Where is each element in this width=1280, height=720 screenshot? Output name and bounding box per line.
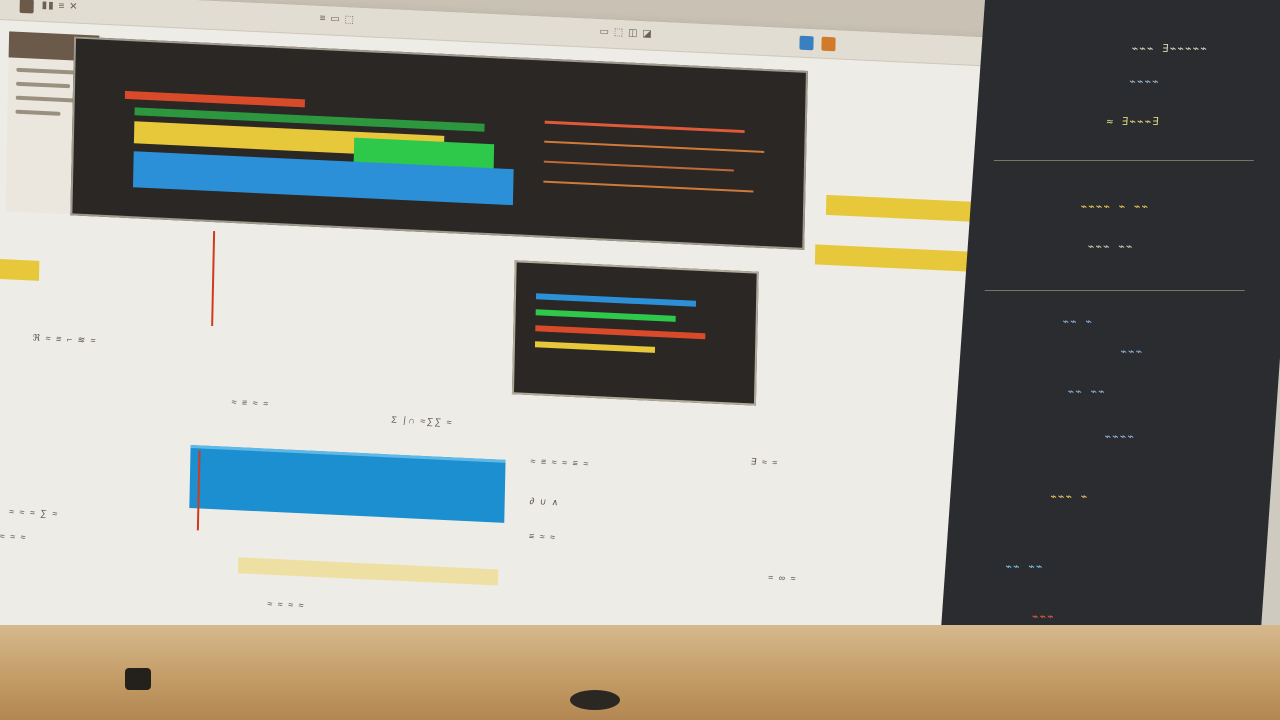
doc-text: ℜ ≈ ≡ ⌐ ≋ ≈ <box>32 332 98 346</box>
left-card-line <box>15 109 61 116</box>
topbar-square-icon <box>19 0 34 14</box>
printed-sheet: ▮▮ ≡ ✕ ≡ ▭ ⬚ ▭ ⬚ ◫ ◪ ℜ ≈ ≡ ⌐ ≋ ≈ ≈ ≡ ≈ ≈… <box>0 0 1090 720</box>
photo-scene: ▮▮ ≡ ✕ ≡ ▭ ⬚ ▭ ⬚ ◫ ◪ ℜ ≈ ≡ ⌐ ≋ ≈ ≈ ≡ ≈ ≈… <box>0 0 1280 720</box>
topbar-orange-icon <box>821 36 836 52</box>
panel-strip <box>543 160 734 172</box>
topbar-blue-icon <box>799 35 814 51</box>
inset-strip <box>535 293 697 307</box>
doc-text: ∘ ≈ ≈ ≈ <box>0 531 28 543</box>
doc-text: ≈ ∞ ≈ <box>767 572 798 584</box>
left-card-line <box>15 95 79 103</box>
doc-text: Σ ∣∩ ≈∑∑ ≈ <box>390 414 454 428</box>
yellow-highlight <box>0 258 40 281</box>
right-panel-text: ⌁⌁ ⌁⌁ <box>1004 560 1044 573</box>
inset-strip <box>535 325 706 340</box>
right-panel-text: ⌁⌁⌁ <box>1119 345 1144 358</box>
right-panel-text: ⌁⌁⌁⌁ ⌁ ⌁⌁ <box>1080 200 1150 213</box>
doc-text: ≈ ≈ ≈ ∑ ≈ <box>8 506 60 519</box>
doc-text: ≈ ≡ ≈ ≈ ≡ ≈ <box>529 456 591 469</box>
topbar-left-label: ▮▮ ≡ ✕ <box>41 0 79 13</box>
right-panel-separator <box>984 290 1245 291</box>
doc-text: ∂ ∪ ∧ <box>529 496 561 508</box>
inset-strip <box>534 341 656 353</box>
yellow-highlight <box>814 244 991 273</box>
cable-clip <box>125 668 151 690</box>
right-panel-text: ⌁⌁⌁ ⌁ <box>1049 490 1089 503</box>
red-marker-line <box>211 231 216 327</box>
inset-strip <box>535 309 676 322</box>
dark-inset-capture <box>511 260 759 406</box>
panel-strip <box>124 90 305 108</box>
right-panel-text: ⌁⌁⌁⌁ <box>1128 75 1161 88</box>
panel-strip <box>543 180 754 193</box>
right-dark-panel: ⌁⌁⌁ ∃⌁⌁⌁⌁⌁ ⌁⌁⌁⌁ ≈ ∃⌁⌁⌁∃ ⌁⌁⌁⌁ ⌁ ⌁⌁ ⌁⌁⌁ ⌁⌁… <box>934 0 1280 720</box>
right-panel-separator <box>993 160 1254 161</box>
right-panel-text: ⌁⌁⌁ ⌁⌁ <box>1087 240 1134 253</box>
left-card-line <box>16 81 71 89</box>
wooden-desk <box>0 625 1280 720</box>
panel-strip <box>544 140 765 153</box>
right-panel-text: ≈ ∃⌁⌁⌁∃ <box>1106 115 1161 128</box>
dark-screen-capture <box>70 36 808 250</box>
right-panel-text: ⌁⌁ ⌁⌁ <box>1067 385 1107 398</box>
right-panel-text: ⌁⌁⌁ ∃⌁⌁⌁⌁⌁ <box>1131 42 1209 55</box>
desk-knob <box>570 690 620 710</box>
doc-text: ≈ ≡ ≈ ≈ <box>230 396 271 409</box>
blue-data-bar <box>189 445 506 523</box>
topbar-mid-label: ≡ ▭ ⬚ <box>319 13 356 26</box>
pale-yellow-highlight <box>237 557 499 586</box>
right-panel-text: ⌁⌁ ⌁ <box>1062 315 1094 328</box>
doc-text: ≡ ≈ ≈ <box>528 531 558 543</box>
topbar-right-label: ▭ ⬚ ◫ ◪ <box>599 26 653 40</box>
right-panel-text: ⌁⌁⌁⌁ <box>1104 430 1136 443</box>
doc-text: ≈ ≈ ≈ ≈ <box>266 598 306 611</box>
right-panel-text: ⌁⌁⌁ <box>1031 610 1056 623</box>
panel-strip <box>544 120 745 134</box>
doc-text: ∃ ≈ ≈ <box>750 456 780 468</box>
